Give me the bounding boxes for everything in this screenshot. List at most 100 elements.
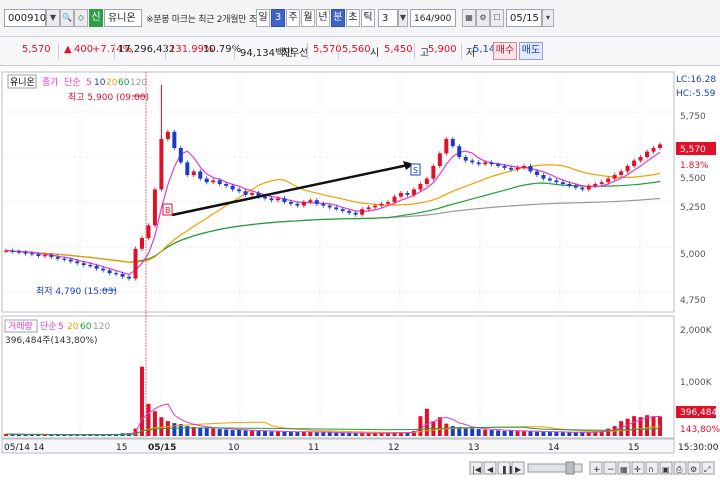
tab-second[interactable]: 초 bbox=[346, 9, 360, 27]
candle-body bbox=[463, 157, 468, 161]
candle-body bbox=[547, 178, 552, 181]
buy-signal-icon: B bbox=[165, 206, 171, 215]
turnover: 10.79% bbox=[203, 44, 242, 55]
legend-ma120: 120 bbox=[130, 78, 147, 88]
check-icon[interactable]: ☐ bbox=[490, 9, 504, 27]
settings-icon[interactable]: ⚙ bbox=[476, 9, 490, 27]
legend-close: 종가 bbox=[42, 77, 59, 88]
zoom-handle[interactable] bbox=[565, 461, 575, 475]
candle-body bbox=[114, 273, 119, 275]
volume-bar bbox=[237, 430, 242, 436]
candle-body bbox=[301, 202, 306, 206]
interval-input[interactable]: 3 bbox=[378, 9, 398, 27]
candle-body bbox=[347, 211, 352, 213]
volume-bar bbox=[314, 432, 319, 436]
stock-name: 유니온 bbox=[104, 9, 142, 27]
candle-body bbox=[224, 184, 229, 186]
buy-button[interactable]: 매수 bbox=[493, 42, 517, 60]
open-price: 5,450 bbox=[384, 44, 413, 55]
volume-bar bbox=[347, 433, 352, 436]
last-volume-pct: 143,80% bbox=[680, 425, 720, 435]
volume-bar bbox=[444, 423, 449, 436]
volume-bar bbox=[275, 431, 280, 436]
candle-body bbox=[444, 139, 449, 154]
vol-legend-simple: 단순 bbox=[40, 321, 57, 332]
candle-body bbox=[567, 184, 572, 186]
candle-body bbox=[4, 250, 8, 252]
price-chart[interactable]: 유니온 종가 단순 5 10 20 60 120 LC:16.28 HC:-5.… bbox=[0, 70, 720, 492]
vol-legend-60: 60 bbox=[80, 322, 92, 332]
volume-bar bbox=[373, 433, 378, 436]
tab-minute[interactable]: 분 bbox=[331, 9, 345, 27]
volume-bar bbox=[321, 432, 326, 436]
calendar-icon[interactable]: ▾ bbox=[542, 9, 554, 27]
scroll-first-icon: |◀ bbox=[472, 465, 482, 474]
candle-body bbox=[638, 157, 643, 161]
search-icon[interactable]: 🔍 bbox=[60, 9, 74, 27]
save-icon: ▣ bbox=[662, 465, 670, 474]
tab-tick[interactable]: 틱 bbox=[361, 9, 375, 27]
zoom-in-icon: + bbox=[593, 465, 601, 475]
price-panel bbox=[1, 71, 675, 313]
volume-bar bbox=[541, 432, 546, 436]
candle-body bbox=[502, 166, 507, 168]
crosshair-icon: ✛ bbox=[634, 465, 641, 474]
candle-body bbox=[528, 166, 533, 172]
volume-bar bbox=[288, 432, 293, 436]
candle-body bbox=[288, 202, 293, 204]
quote-bar: 5,570 ▲ 400 +7.74% 17,296,432 131.99% 10… bbox=[0, 37, 720, 66]
tab-day[interactable]: 일 bbox=[256, 9, 270, 27]
volume-bar bbox=[308, 431, 313, 436]
candle-body bbox=[29, 253, 34, 255]
candle-body bbox=[658, 144, 662, 148]
stock-code-input[interactable]: 000910 bbox=[4, 9, 46, 27]
candle-body bbox=[340, 209, 345, 211]
candle-body bbox=[509, 167, 514, 170]
volume-info: 396,484주(143,80%) bbox=[5, 335, 98, 346]
last-percent: 1.83% bbox=[680, 161, 709, 171]
volume-bar bbox=[567, 432, 572, 436]
tab-3[interactable]: 3 bbox=[271, 9, 285, 27]
candle-body bbox=[42, 255, 47, 257]
candle-body bbox=[560, 182, 565, 184]
candle-body bbox=[573, 185, 578, 188]
volume-bar bbox=[204, 427, 209, 436]
candle-body bbox=[120, 274, 125, 277]
interval-dropdown-icon[interactable]: ▼ bbox=[398, 9, 408, 27]
candle-body bbox=[457, 146, 462, 157]
volume-bar bbox=[418, 416, 423, 436]
grid-icon[interactable]: ▦ bbox=[462, 9, 476, 27]
candle-body bbox=[230, 185, 235, 190]
high-annotation: 최고 5,900 (09:00) bbox=[68, 92, 149, 103]
code-dropdown-icon[interactable]: ▼ bbox=[46, 9, 60, 27]
candle-body bbox=[386, 202, 391, 204]
candle-body bbox=[36, 254, 41, 256]
candle-body bbox=[127, 276, 132, 279]
candle-body bbox=[49, 255, 54, 257]
last-price: 5,570 bbox=[680, 145, 706, 155]
tab-year[interactable]: 년 bbox=[316, 9, 330, 27]
candle-body bbox=[81, 263, 86, 265]
candle-body bbox=[321, 203, 326, 206]
candle-body bbox=[476, 162, 481, 165]
sell-button[interactable]: 매도 bbox=[519, 42, 543, 60]
date-tick: 05/15 bbox=[148, 443, 176, 453]
volume-bar bbox=[496, 430, 501, 436]
magnet-icon: ∩ bbox=[648, 465, 654, 474]
candle-body bbox=[619, 171, 624, 175]
volume-bar bbox=[632, 416, 637, 436]
open-label: 시 bbox=[370, 48, 380, 59]
volume-bar bbox=[139, 366, 144, 436]
favorite-icon[interactable]: ◇ bbox=[74, 9, 88, 27]
tab-week[interactable]: 주 bbox=[286, 9, 300, 27]
volume-bar bbox=[217, 429, 222, 436]
candle-body bbox=[515, 167, 520, 170]
date-input[interactable]: 05/15 bbox=[506, 9, 542, 27]
volume-bar bbox=[489, 430, 494, 436]
volume-bar bbox=[573, 432, 578, 436]
volume-bar bbox=[509, 430, 514, 436]
tab-month[interactable]: 월 bbox=[301, 9, 315, 27]
candle-body bbox=[470, 160, 475, 163]
expand-icon: ⤢ bbox=[703, 465, 710, 474]
legend-ma5: 5 bbox=[86, 78, 92, 88]
